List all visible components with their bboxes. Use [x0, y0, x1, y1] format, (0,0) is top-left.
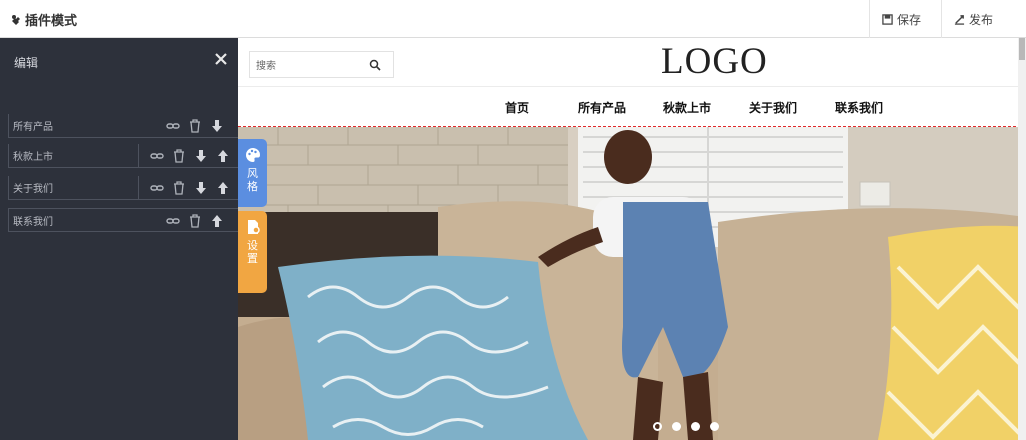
menu-item-row[interactable]: 关于我们: [8, 176, 238, 200]
mode-title-text: 插件模式: [25, 14, 78, 29]
menu-item-label: 所有产品: [13, 122, 53, 133]
save-icon: [882, 13, 893, 25]
carousel-dot[interactable]: [691, 422, 700, 431]
palette-icon: [245, 148, 260, 162]
editor-panel: 编辑 所有产品 秋款上市 关于我们 联系我们: [0, 38, 238, 440]
carousel-dot[interactable]: [672, 422, 681, 431]
nav-item-about[interactable]: 关于我们: [749, 99, 797, 116]
carousel-dot[interactable]: [710, 422, 719, 431]
publish-button[interactable]: 发布: [941, 0, 1026, 38]
link-icon[interactable]: [150, 149, 164, 163]
menu-item-label: 联系我们: [13, 216, 53, 228]
style-tab-label-2: 格: [247, 180, 258, 193]
carousel-dots: [653, 422, 719, 431]
save-button[interactable]: 保存: [869, 0, 941, 38]
site-preview: 搜索 LOGO 首页 所有产品 秋款上市 关于我们 联系我们: [238, 38, 1026, 440]
close-icon[interactable]: [213, 51, 229, 67]
link-icon[interactable]: [166, 119, 180, 133]
nav-item-autumn[interactable]: 秋款上市: [663, 99, 711, 116]
hero-banner[interactable]: [238, 127, 1026, 440]
menu-item-label: 秋款上市: [13, 152, 53, 163]
search-icon[interactable]: [369, 59, 381, 71]
style-tab-label-1: 风: [247, 167, 258, 180]
trash-icon[interactable]: [172, 149, 186, 163]
menu-item-row[interactable]: 所有产品: [8, 114, 238, 138]
link-icon[interactable]: [166, 214, 180, 228]
move-down-icon[interactable]: [210, 119, 224, 133]
site-logo[interactable]: LOGO: [661, 40, 768, 83]
trash-icon[interactable]: [188, 119, 202, 133]
nav-item-contact[interactable]: 联系我们: [835, 99, 883, 116]
nav-item-products[interactable]: 所有产品: [578, 99, 626, 116]
move-up-icon[interactable]: [216, 181, 230, 195]
plugin-icon: [12, 14, 20, 25]
preview-scrollbar[interactable]: [1018, 38, 1026, 440]
settings-tab[interactable]: 设 置: [238, 211, 267, 293]
scrollbar-thumb[interactable]: [1019, 38, 1025, 60]
nav-divider: [238, 86, 1026, 87]
settings-tab-label-1: 设: [247, 239, 258, 252]
publish-label: 发布: [969, 12, 994, 27]
move-up-icon[interactable]: [216, 149, 230, 163]
trash-icon[interactable]: [188, 214, 202, 228]
menu-item-row[interactable]: 联系我们: [8, 208, 238, 232]
move-down-icon[interactable]: [194, 181, 208, 195]
menu-item-label: 关于我们: [13, 184, 53, 195]
search-placeholder: 搜索: [256, 61, 276, 72]
top-toolbar: 插件模式 保存 发布: [0, 0, 1026, 38]
link-icon[interactable]: [150, 181, 164, 195]
search-box[interactable]: 搜索: [249, 51, 394, 78]
document-settings-icon: [247, 220, 260, 234]
publish-icon: [954, 14, 965, 25]
mode-title: 插件模式: [10, 10, 77, 29]
move-up-icon[interactable]: [210, 214, 224, 228]
trash-icon[interactable]: [172, 181, 186, 195]
menu-item-row[interactable]: 秋款上市: [8, 144, 238, 168]
move-down-icon[interactable]: [194, 149, 208, 163]
carousel-dot[interactable]: [653, 422, 662, 431]
save-label: 保存: [897, 12, 922, 27]
hero-image: [238, 127, 1026, 440]
style-tab[interactable]: 风 格: [238, 139, 267, 207]
nav-item-home[interactable]: 首页: [505, 99, 529, 116]
settings-tab-label-2: 置: [247, 252, 258, 265]
editor-heading: 编辑: [14, 56, 39, 70]
